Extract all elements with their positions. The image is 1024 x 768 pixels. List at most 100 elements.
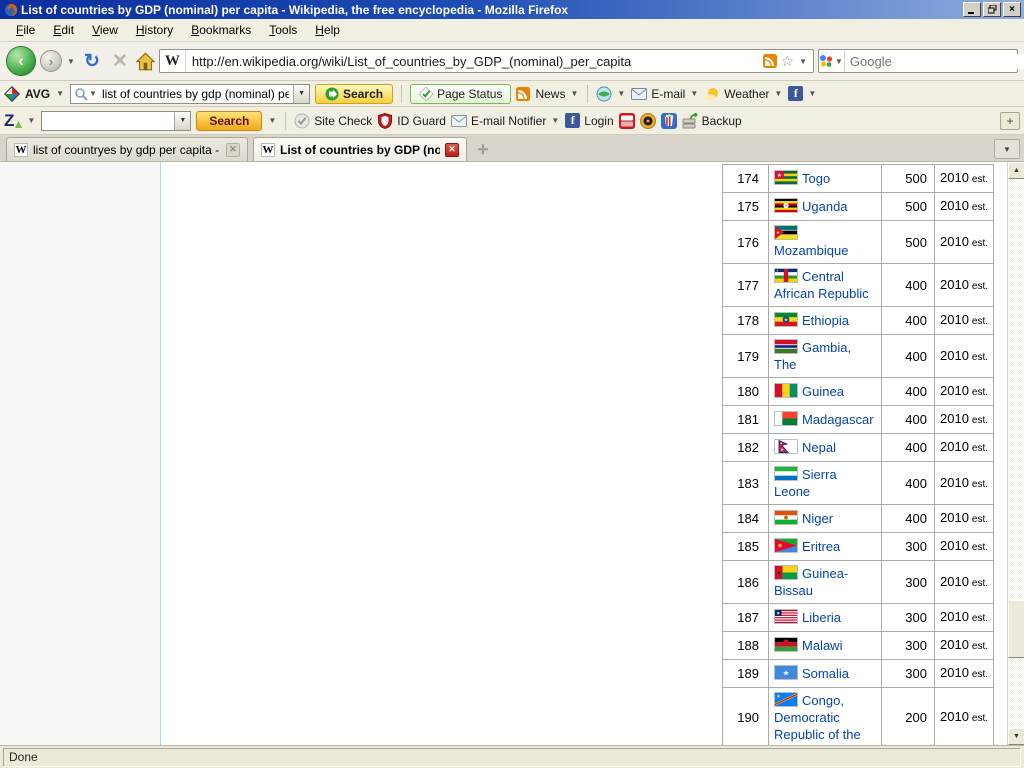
avg-menu-dropdown-icon[interactable]: ▼: [55, 89, 65, 98]
bookmark-star-icon[interactable]: ☆: [781, 52, 794, 70]
avg-search-box[interactable]: ▼ ▼: [70, 84, 310, 104]
avg-search-button[interactable]: Search: [315, 84, 393, 104]
country-link[interactable]: Mozambique: [774, 243, 848, 258]
scroll-down-arrow[interactable]: ▼: [1008, 728, 1024, 745]
menu-help[interactable]: Help: [307, 20, 348, 40]
country-link[interactable]: Togo: [802, 171, 830, 186]
menu-history[interactable]: History: [128, 20, 181, 40]
avg-magnifier-icon[interactable]: [74, 87, 88, 101]
minimize-button[interactable]: [963, 2, 981, 17]
tab-close-icon[interactable]: ✕: [226, 143, 240, 157]
menu-view[interactable]: View: [84, 20, 126, 40]
email-dropdown-icon[interactable]: ▼: [689, 89, 699, 98]
country-link[interactable]: Nepal: [802, 440, 836, 455]
tab-search-results[interactable]: W list of countryes by gdp per capita - …: [6, 137, 248, 161]
toolbar-add-button[interactable]: +: [1000, 112, 1020, 130]
avg-search-history-dropdown[interactable]: ▼: [293, 85, 309, 103]
flag-ethiopia-icon[interactable]: [774, 312, 798, 327]
country-link[interactable]: Ethiopia: [802, 313, 849, 328]
flag-malawi-icon[interactable]: [774, 637, 798, 652]
facebook-login-button[interactable]: f Login: [565, 113, 613, 128]
backup-button[interactable]: Backup: [682, 113, 742, 129]
flag-mozambique-icon[interactable]: [774, 225, 798, 240]
app-dropdown-icon[interactable]: ▼: [616, 89, 626, 98]
country-link[interactable]: Liberia: [802, 610, 841, 625]
site-check-button[interactable]: Site Check: [294, 113, 372, 129]
weather-button[interactable]: Weather ▼: [704, 86, 783, 102]
id-guard-button[interactable]: ID Guard: [377, 113, 446, 129]
country-link[interactable]: Malawi: [802, 638, 842, 653]
flag-liberia-icon[interactable]: [774, 609, 798, 624]
email-button[interactable]: E-mail ▼: [631, 86, 699, 102]
country-link[interactable]: Guinea: [802, 384, 844, 399]
scrollbar-thumb[interactable]: [1008, 600, 1024, 658]
close-button[interactable]: ×: [1003, 2, 1021, 17]
menu-bookmarks[interactable]: Bookmarks: [183, 20, 259, 40]
news-rss-icon[interactable]: [516, 87, 530, 101]
menu-file[interactable]: File: [8, 20, 43, 40]
url-bar[interactable]: W ☆ ▼: [159, 49, 814, 73]
news-button[interactable]: News ▼: [535, 87, 579, 101]
country-link[interactable]: Madagascar: [802, 412, 874, 427]
country-link[interactable]: Uganda: [802, 199, 848, 214]
search-bar[interactable]: ▼: [818, 49, 1018, 73]
url-dropdown-icon[interactable]: ▼: [798, 57, 808, 66]
url-input[interactable]: [186, 54, 758, 69]
tab-gdp-article[interactable]: W List of countries by GDP (nominal... ✕: [253, 137, 467, 161]
forward-button[interactable]: ›: [40, 50, 62, 72]
flag-togo-icon[interactable]: [774, 170, 798, 185]
email-notifier-dropdown-icon[interactable]: ▼: [550, 116, 560, 125]
flag-car-icon[interactable]: [774, 268, 798, 283]
menu-tools[interactable]: Tools: [261, 20, 305, 40]
google-logo-icon[interactable]: ▼: [819, 50, 845, 72]
flag-somalia-icon[interactable]: [774, 665, 798, 680]
flag-guinea_bissau-icon[interactable]: [774, 565, 798, 580]
page-status-button[interactable]: Page Status: [410, 84, 511, 104]
weather-dropdown-icon[interactable]: ▼: [773, 89, 783, 98]
email-notifier-button[interactable]: E-mail Notifier ▼: [451, 113, 560, 129]
z-brand-button[interactable]: Z ▼: [4, 111, 36, 131]
flag-uganda-icon[interactable]: [774, 198, 798, 213]
flag-sierra_leone-icon[interactable]: [774, 466, 798, 481]
flag-guinea-icon[interactable]: [774, 383, 798, 398]
avg-brand-label[interactable]: AVG: [25, 87, 50, 101]
z-search-button[interactable]: Search: [196, 111, 262, 131]
flag-eritrea-icon[interactable]: [774, 538, 798, 553]
country-link[interactable]: Somalia: [802, 666, 849, 681]
avg-search-input[interactable]: [98, 87, 293, 101]
scroll-up-arrow[interactable]: ▲: [1008, 162, 1024, 179]
web-search-input[interactable]: [845, 54, 1024, 69]
grooveshark-icon[interactable]: [640, 113, 656, 129]
reload-button[interactable]: ↻: [80, 50, 104, 73]
stop-button[interactable]: ✕: [108, 50, 132, 73]
new-tab-button[interactable]: ✛: [472, 141, 494, 159]
z-search-dropdown-icon[interactable]: ▼: [267, 116, 277, 125]
youtube-icon[interactable]: [619, 113, 635, 129]
country-link[interactable]: Eritrea: [802, 539, 840, 554]
z-menu-dropdown-icon[interactable]: ▼: [26, 116, 36, 125]
rss-icon[interactable]: [763, 54, 777, 68]
avg-search-type-dropdown-icon[interactable]: ▼: [88, 89, 98, 98]
flag-drc-icon[interactable]: [774, 692, 798, 707]
flag-nepal-icon[interactable]: [774, 439, 798, 454]
facebook-button[interactable]: f ▼: [788, 86, 817, 101]
facebook-dropdown-icon[interactable]: ▼: [807, 89, 817, 98]
search-engine-dropdown-icon[interactable]: ▼: [834, 57, 844, 66]
news-dropdown-icon[interactable]: ▼: [569, 89, 579, 98]
z-search-box[interactable]: ▼: [41, 111, 191, 131]
flag-gambia-icon[interactable]: [774, 339, 798, 354]
z-search-input[interactable]: [42, 114, 174, 128]
list-all-tabs-button[interactable]: ▼: [994, 139, 1020, 159]
app-shortcut-button[interactable]: ▼: [596, 86, 626, 102]
media-popcorn-icon[interactable]: [661, 113, 677, 129]
home-button[interactable]: [136, 52, 155, 71]
tab-close-icon[interactable]: ✕: [445, 143, 459, 157]
history-dropdown-icon[interactable]: ▼: [66, 57, 76, 66]
flag-madagascar-icon[interactable]: [774, 411, 798, 426]
flag-niger-icon[interactable]: [774, 510, 798, 525]
back-button[interactable]: ‹: [6, 46, 36, 76]
z-search-history-dropdown[interactable]: ▼: [174, 112, 190, 130]
menu-edit[interactable]: Edit: [45, 20, 82, 40]
vertical-scrollbar[interactable]: ▲ ▼: [1007, 162, 1024, 745]
restore-button[interactable]: [983, 2, 1001, 17]
